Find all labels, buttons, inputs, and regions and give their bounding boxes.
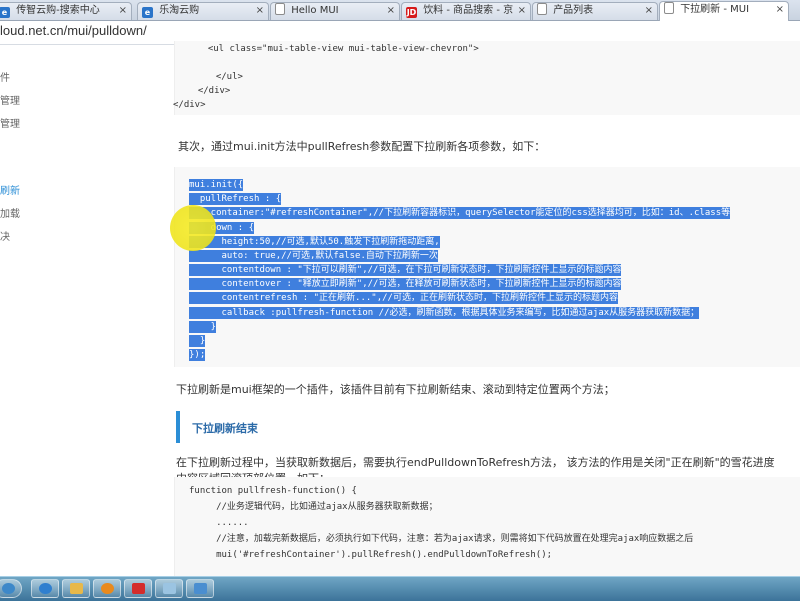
paragraph-init-intro: 其次，通过mui.init方法中pullRefresh参数配置下拉刷新各项参数，…	[178, 140, 546, 153]
tab-label: Hello MUI	[291, 5, 339, 16]
code-line: //业务逻辑代码，比如通过ajax从服务器获取新数据；	[189, 502, 438, 512]
document-icon	[275, 3, 285, 15]
code-line: });	[189, 349, 206, 361]
snipping-tool-icon	[163, 583, 176, 594]
paragraph-end-pulldown-1: 在下拉刷新过程中，当获取新数据后，需要执行endPulldownToRefres…	[176, 456, 775, 469]
taskbar-snipping-button[interactable]	[155, 579, 183, 598]
code-line: pullRefresh : {	[189, 193, 282, 205]
section-heading: 下拉刷新结束	[192, 422, 258, 435]
ie-icon: e	[142, 7, 153, 18]
code-line: }	[189, 321, 217, 333]
ie-icon	[39, 583, 52, 594]
code-line: mui('#refreshContainer').pullRefresh().e…	[189, 550, 553, 560]
sidebar-item-manage-2[interactable]: 管理	[0, 115, 20, 130]
tab-product-list[interactable]: 产品列表 ×	[532, 2, 658, 20]
taskbar-ie-button[interactable]	[31, 579, 59, 598]
close-icon[interactable]: ×	[645, 3, 653, 19]
code-line: }	[189, 335, 206, 347]
cursor-highlight	[170, 205, 216, 251]
close-icon[interactable]: ×	[119, 3, 127, 19]
sidebar-item-pulldown[interactable]: 刷新	[0, 182, 20, 197]
tab-search-center[interactable]: e 传智云购-搜索中心 ×	[0, 2, 132, 20]
windows-taskbar	[0, 576, 800, 601]
main-article: <ul class="mui-table-view mui-table-view…	[160, 41, 800, 587]
video-recorder-icon	[132, 583, 145, 594]
code-line: container:"#refreshContainer",//下拉刷新容器标识…	[189, 207, 731, 219]
close-icon[interactable]: ×	[256, 3, 264, 19]
html-code-block: <ul class="mui-table-view mui-table-view…	[173, 41, 800, 115]
code-line: <ul class="mui-table-view mui-table-view…	[197, 44, 479, 54]
code-line: </ul>	[205, 72, 243, 82]
close-icon[interactable]: ×	[518, 3, 526, 19]
sidebar-item-manage-1[interactable]: 管理	[0, 92, 20, 107]
tab-hello-mui[interactable]: Hello MUI ×	[270, 2, 400, 20]
ie-icon: e	[0, 7, 10, 18]
document-icon	[537, 3, 547, 15]
tab-label: 下拉刷新 - MUI	[680, 4, 750, 15]
tab-jd-search[interactable]: JD 饮料 - 商品搜索 - 京 ×	[401, 2, 531, 20]
sidebar-item-solution[interactable]: 决	[0, 228, 10, 243]
init-code-block: mui.init({ pullRefresh : { container:"#r…	[174, 167, 800, 367]
code-line: function pullfresh-function() {	[189, 486, 357, 496]
code-line: </div>	[187, 86, 231, 96]
start-button[interactable]	[0, 579, 22, 598]
media-player-icon	[101, 583, 114, 594]
page-content: 件 管理 管理 刷新 加载 决 <ul class="mui-table-vie…	[0, 41, 800, 587]
sidebar-nav: 件 管理 管理 刷新 加载 决	[0, 45, 40, 576]
code-line: contentrefresh : "正在刷新...",//可选，正在刷新状态时，…	[189, 292, 618, 304]
code-line: contentover : "释放立即刷新",//可选，在释放可刷新状态时，下拉…	[189, 278, 622, 290]
sidebar-item-components[interactable]: 件	[0, 69, 10, 84]
code-line: contentdown : "下拉可以刷新",//可选，在下拉可刷新状态时，下拉…	[189, 264, 622, 276]
url-text[interactable]: loud.net.cn/mui/pulldown/	[0, 23, 147, 38]
tab-pulldown-mui[interactable]: 下拉刷新 - MUI ×	[659, 1, 789, 21]
taskbar-media-button[interactable]	[93, 579, 121, 598]
document-icon	[664, 2, 674, 14]
tab-label: 传智云购-搜索中心	[16, 5, 100, 16]
code-line: auto: true,//可选,默认false.自动下拉刷新一次	[189, 250, 438, 262]
pullfresh-code-block: function pullfresh-function() { //业务逻辑代码…	[174, 477, 800, 587]
start-orb-icon	[2, 583, 15, 594]
paragraph-plugin-intro: 下拉刷新是mui框架的一个插件，该插件目前有下拉刷新结束、滚动到特定位置两个方法…	[176, 383, 615, 396]
section-accent-bar	[176, 411, 180, 443]
screen-icon	[194, 583, 207, 594]
tab-label: 饮料 - 商品搜索 - 京	[423, 5, 514, 16]
code-line: //注意，加载完新数据后，必须执行如下代码，注意：若为ajax请求，则需将如下代…	[189, 534, 694, 544]
taskbar-explorer-button[interactable]	[62, 579, 90, 598]
taskbar-recorder-button[interactable]	[124, 579, 152, 598]
sidebar-item-pullup[interactable]: 加载	[0, 205, 20, 220]
code-line: ......	[189, 518, 249, 528]
close-icon[interactable]: ×	[776, 2, 784, 18]
taskbar-screen-button[interactable]	[186, 579, 214, 598]
close-icon[interactable]: ×	[387, 3, 395, 19]
code-line: mui.init({	[189, 179, 244, 191]
code-line: </div>	[173, 100, 206, 110]
tab-letao[interactable]: e 乐淘云购 ×	[137, 2, 269, 20]
tab-label: 产品列表	[553, 5, 594, 16]
code-line: callback :pullfresh-function //必选，刷新函数，根…	[189, 307, 700, 319]
folder-icon	[70, 583, 83, 594]
jd-icon: JD	[406, 7, 417, 18]
code-line: height:50,//可选,默认50.触发下拉刷新拖动距离,	[189, 236, 440, 248]
browser-tab-strip: e 传智云购-搜索中心 × e 乐淘云购 × Hello MUI × JD 饮料…	[0, 0, 800, 21]
tab-label: 乐淘云购	[159, 5, 200, 16]
